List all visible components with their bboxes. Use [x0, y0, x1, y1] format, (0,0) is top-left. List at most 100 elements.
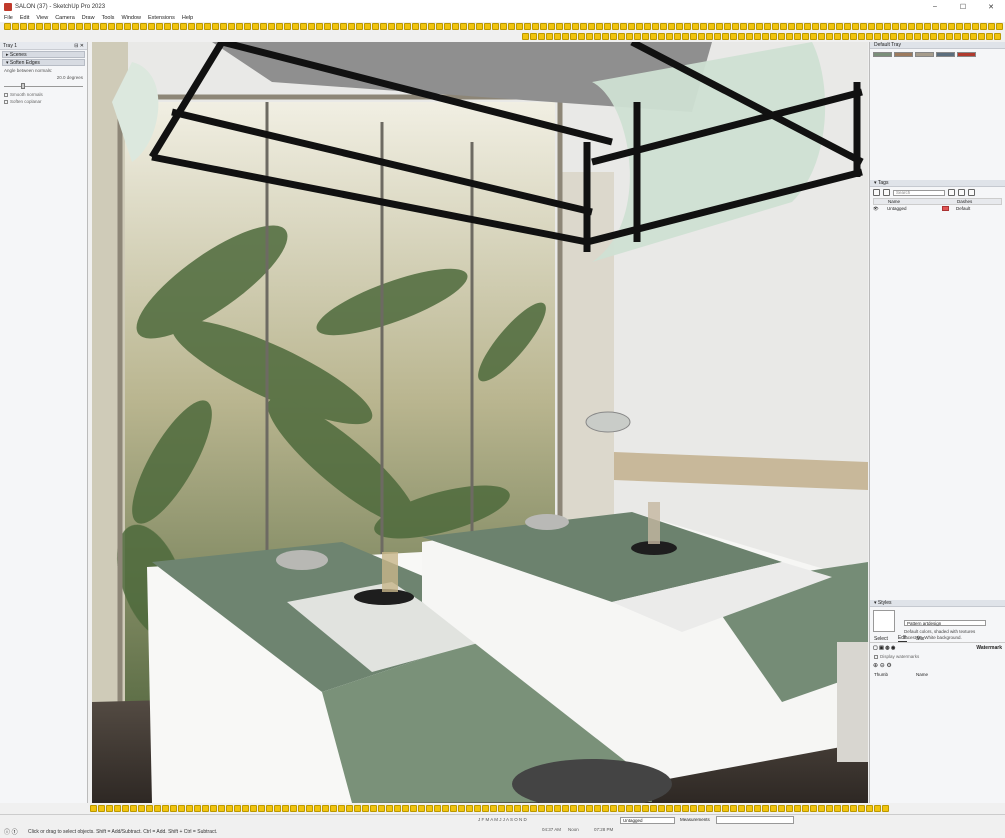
toolbar-tool-icon[interactable]: [234, 805, 241, 812]
toolbar-tool-icon[interactable]: [866, 805, 873, 812]
toolbar-tool-icon[interactable]: [818, 805, 825, 812]
toolbar-tool-icon[interactable]: [666, 805, 673, 812]
table-row[interactable]: 👁 Untagged Default: [873, 205, 1002, 212]
toolbar-tool-icon[interactable]: [228, 23, 235, 30]
toolbar-tool-icon[interactable]: [618, 33, 625, 40]
toolbar-tool-icon[interactable]: [804, 23, 811, 30]
toolbar-tool-icon[interactable]: [466, 805, 473, 812]
toolbar-tool-icon[interactable]: [258, 805, 265, 812]
toolbar-tool-icon[interactable]: [524, 23, 531, 30]
toolbar-tool-icon[interactable]: [484, 23, 491, 30]
toolbar-tool-icon[interactable]: [770, 33, 777, 40]
minimize-button[interactable]: –: [921, 0, 949, 13]
toolbar-tool-icon[interactable]: [316, 23, 323, 30]
toolbar-tool-icon[interactable]: [282, 805, 289, 812]
toolbar-tool-icon[interactable]: [146, 805, 153, 812]
material-swatch[interactable]: [894, 52, 913, 57]
toolbar-tool-icon[interactable]: [92, 23, 99, 30]
toolbar-tool-icon[interactable]: [138, 805, 145, 812]
toolbar-tool-icon[interactable]: [172, 23, 179, 30]
toolbar-tool-icon[interactable]: [218, 805, 225, 812]
toolbar-tool-icon[interactable]: [988, 23, 995, 30]
toolbar-tool-icon[interactable]: [108, 23, 115, 30]
toolbar-tool-icon[interactable]: [772, 23, 779, 30]
material-swatch[interactable]: [957, 52, 976, 57]
toolbar-tool-icon[interactable]: [954, 33, 961, 40]
toolbar-tool-icon[interactable]: [348, 23, 355, 30]
toolbar-tool-icon[interactable]: [554, 805, 561, 812]
toolbar-tool-icon[interactable]: [986, 33, 993, 40]
toolbar-tool-icon[interactable]: [596, 23, 603, 30]
soften-coplanar-checkbox[interactable]: Soften coplanar: [0, 98, 87, 105]
toolbar-tool-icon[interactable]: [586, 33, 593, 40]
toolbar-tool-icon[interactable]: [412, 23, 419, 30]
toolbar-tool-icon[interactable]: [548, 23, 555, 30]
toolbar-tool-icon[interactable]: [476, 23, 483, 30]
toolbar-tool-icon[interactable]: [778, 33, 785, 40]
style-description[interactable]: Default colors, shaded with textures fac…: [904, 629, 989, 640]
toolbar-tool-icon[interactable]: [922, 33, 929, 40]
toolbar-tool-icon[interactable]: [908, 23, 915, 30]
toolbar-tool-icon[interactable]: [564, 23, 571, 30]
toolbar-tool-icon[interactable]: [972, 23, 979, 30]
toolbar-tool-icon[interactable]: [644, 23, 651, 30]
menu-extensions[interactable]: Extensions: [148, 15, 175, 21]
tab-select[interactable]: Select: [874, 636, 888, 642]
toolbar-tool-icon[interactable]: [410, 805, 417, 812]
toolbar-tool-icon[interactable]: [210, 805, 217, 812]
toolbar-tool-icon[interactable]: [20, 23, 27, 30]
toolbar-tool-icon[interactable]: [618, 805, 625, 812]
toolbar-tool-icon[interactable]: [620, 23, 627, 30]
toolbar-tool-icon[interactable]: [634, 33, 641, 40]
toolbar-tool-icon[interactable]: [714, 805, 721, 812]
toolbar-tool-icon[interactable]: [706, 33, 713, 40]
toolbar-tool-icon[interactable]: [132, 23, 139, 30]
toolbar-tool-icon[interactable]: [802, 805, 809, 812]
toolbar-tool-icon[interactable]: [226, 805, 233, 812]
toolbar-tool-icon[interactable]: [602, 33, 609, 40]
toolbar-tool-icon[interactable]: [324, 23, 331, 30]
model-viewport[interactable]: [92, 42, 868, 803]
toolbar-tool-icon[interactable]: [930, 33, 937, 40]
toolbar-tool-icon[interactable]: [196, 23, 203, 30]
toolbar-tool-icon[interactable]: [586, 805, 593, 812]
toolbar-tool-icon[interactable]: [882, 33, 889, 40]
toolbar-tool-icon[interactable]: [716, 23, 723, 30]
toolbar-tool-icon[interactable]: [514, 805, 521, 812]
toolbar-tool-icon[interactable]: [876, 23, 883, 30]
toolbar-tool-icon[interactable]: [938, 33, 945, 40]
toolbar-tool-icon[interactable]: [626, 33, 633, 40]
toolbar-tool-icon[interactable]: [12, 23, 19, 30]
toolbar-tool-icon[interactable]: [84, 23, 91, 30]
toolbar-tool-icon[interactable]: [314, 805, 321, 812]
toolbar-tool-icon[interactable]: [916, 23, 923, 30]
toolbar-tool-icon[interactable]: [386, 805, 393, 812]
toolbar-tool-icon[interactable]: [738, 805, 745, 812]
toolbar-tool-icon[interactable]: [276, 23, 283, 30]
toolbar-tool-icon[interactable]: [844, 23, 851, 30]
angle-slider[interactable]: [4, 83, 83, 89]
toolbar-tool-icon[interactable]: [546, 805, 553, 812]
toolbar-tool-icon[interactable]: [714, 33, 721, 40]
toolbar-tool-icon[interactable]: [236, 23, 243, 30]
toolbar-tool-icon[interactable]: [698, 805, 705, 812]
toolbar-tool-icon[interactable]: [604, 23, 611, 30]
toolbar-tool-icon[interactable]: [340, 23, 347, 30]
toolbar-tool-icon[interactable]: [906, 33, 913, 40]
toolbar-tool-icon[interactable]: [532, 23, 539, 30]
toolbar-tool-icon[interactable]: [266, 805, 273, 812]
toolbar-tool-icon[interactable]: [492, 23, 499, 30]
menu-edit[interactable]: Edit: [20, 15, 29, 21]
toolbar-tool-icon[interactable]: [28, 23, 35, 30]
toolbar-tool-icon[interactable]: [114, 805, 121, 812]
toolbar-tool-icon[interactable]: [292, 23, 299, 30]
toolbar-tool-icon[interactable]: [642, 805, 649, 812]
toolbar-tool-icon[interactable]: [786, 805, 793, 812]
toolbar-tool-icon[interactable]: [764, 23, 771, 30]
details-icon[interactable]: [968, 189, 975, 196]
toolbar-tool-icon[interactable]: [188, 23, 195, 30]
toolbar-tool-icon[interactable]: [748, 23, 755, 30]
toolbar-tool-icon[interactable]: [180, 23, 187, 30]
toolbar-tool-icon[interactable]: [554, 33, 561, 40]
toolbar-tool-icon[interactable]: [778, 805, 785, 812]
